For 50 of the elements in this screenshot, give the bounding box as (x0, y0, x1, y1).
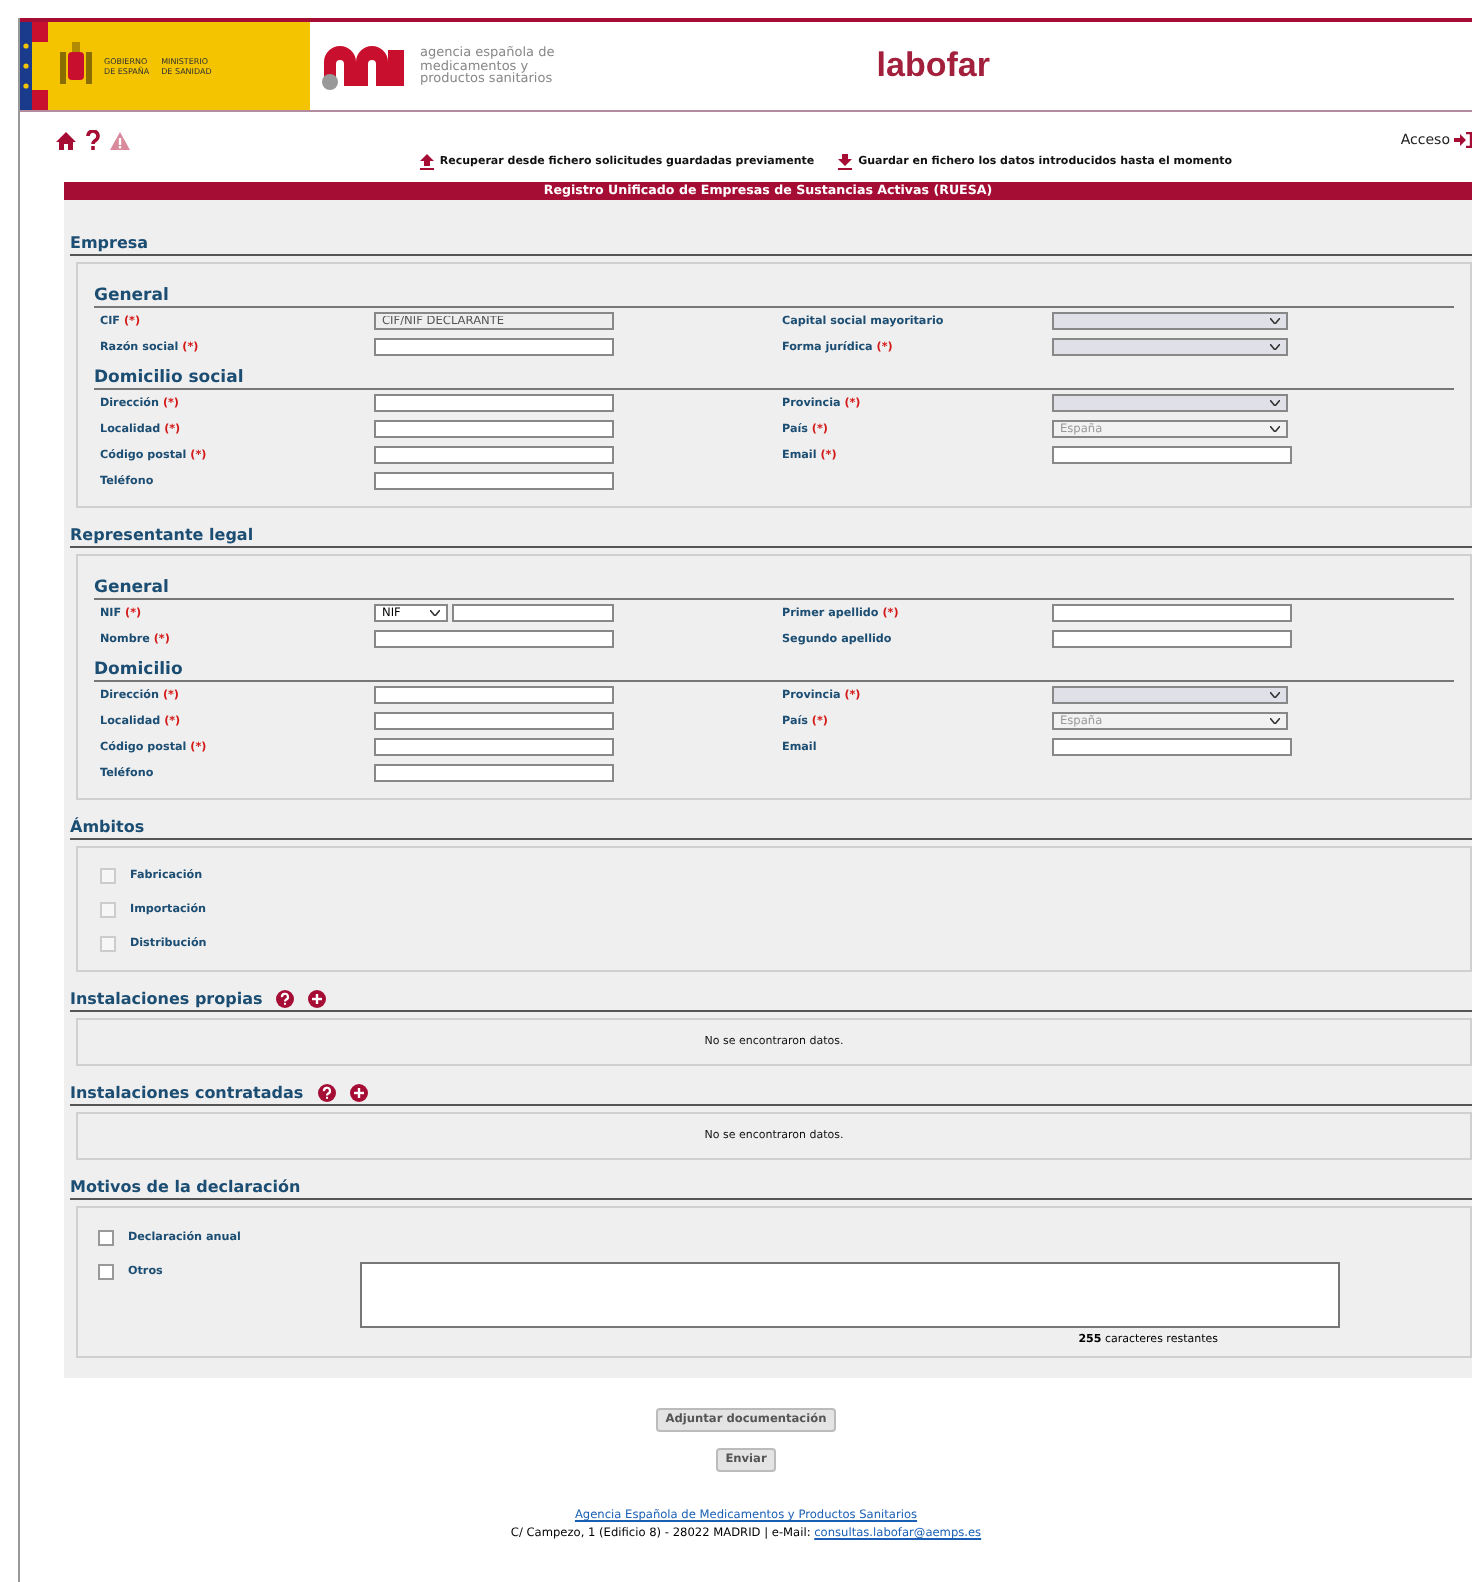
text-field[interactable] (452, 604, 614, 622)
home-icon[interactable] (56, 131, 76, 149)
download-icon (838, 154, 853, 170)
text-field[interactable] (374, 446, 614, 464)
group-title: Domicilio (94, 650, 1454, 682)
caret-icon (1270, 718, 1280, 724)
group-title: General (94, 568, 1454, 600)
section-title: Instalaciones contratadas (70, 1084, 304, 1102)
caret-icon (1270, 318, 1280, 324)
caret-icon (430, 610, 440, 616)
checkbox[interactable] (98, 1263, 114, 1279)
dropdown[interactable] (1052, 686, 1288, 704)
login-icon (1454, 132, 1472, 148)
text-field[interactable] (1052, 738, 1292, 756)
section-title: Instalaciones propias (70, 990, 263, 1008)
help-icon[interactable] (317, 1084, 336, 1102)
caret-icon (1270, 692, 1280, 698)
text-field[interactable] (374, 472, 614, 490)
group-title: Domicilio social (94, 358, 1454, 390)
text-field[interactable] (374, 338, 614, 356)
text-field[interactable] (374, 420, 614, 438)
group-title: General (94, 276, 1454, 308)
text-field[interactable] (374, 394, 614, 412)
text-field[interactable] (1052, 604, 1292, 622)
text-field[interactable] (374, 764, 614, 782)
text-field[interactable] (374, 630, 614, 648)
section-title: Representante legal (70, 526, 254, 544)
help-icon[interactable] (86, 130, 100, 150)
text-field[interactable] (1052, 630, 1292, 648)
add-icon[interactable] (308, 990, 327, 1008)
section-title: Empresa (70, 234, 149, 252)
dropdown[interactable] (1052, 394, 1288, 412)
caret-icon (1270, 400, 1280, 406)
caret-icon (1270, 426, 1280, 432)
section-title: Motivos de la declaración (70, 1178, 301, 1196)
add-icon[interactable] (349, 1084, 368, 1102)
text-field[interactable] (374, 738, 614, 756)
text-field[interactable] (374, 712, 614, 730)
help-icon[interactable] (276, 990, 295, 1008)
text-area[interactable] (360, 1262, 1340, 1328)
warning-icon[interactable] (110, 131, 130, 149)
upload-icon (419, 154, 434, 170)
text-field[interactable] (374, 686, 614, 704)
dropdown[interactable] (1052, 338, 1288, 356)
dropdown[interactable] (1052, 312, 1288, 330)
section-title: Ámbitos (70, 818, 145, 836)
caret-icon (1270, 344, 1280, 350)
checkbox[interactable] (98, 1229, 114, 1245)
text-field[interactable] (1052, 446, 1292, 464)
brand-logo: labofar (874, 46, 992, 86)
